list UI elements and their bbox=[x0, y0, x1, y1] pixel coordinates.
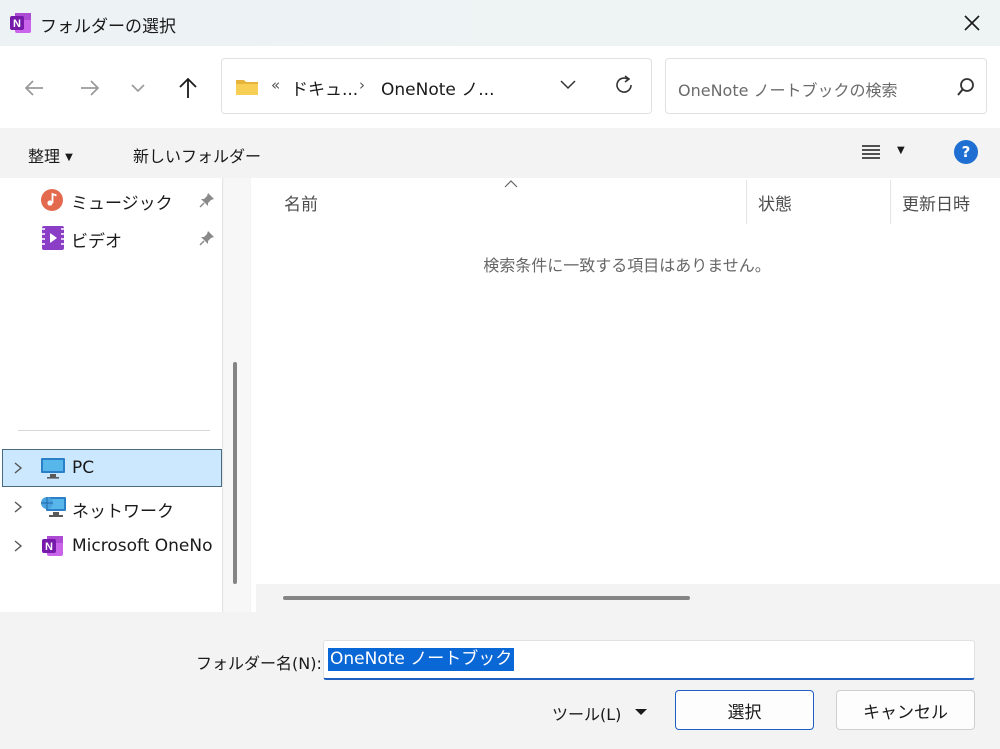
tools-button[interactable]: ツール(L) bbox=[552, 701, 621, 725]
breadcrumb-separator[interactable]: › bbox=[359, 76, 365, 94]
cancel-button[interactable]: キャンセル bbox=[836, 690, 975, 730]
onenote-icon: N bbox=[10, 13, 31, 33]
arrow-right-icon bbox=[81, 80, 100, 96]
empty-message: 検索条件に一致する項目はありません。 bbox=[483, 256, 771, 275]
breadcrumb-documents[interactable]: ドキュ... bbox=[291, 75, 358, 100]
organize-button[interactable]: 整理 ▼ bbox=[28, 143, 73, 167]
search-placeholder[interactable]: OneNote ノートブックの検索 bbox=[678, 77, 898, 101]
refresh-icon[interactable] bbox=[612, 73, 636, 97]
music-icon bbox=[41, 189, 63, 211]
nav-label-network: ネットワーク bbox=[72, 502, 174, 522]
folder-name-label: フォルダー名(N): bbox=[196, 654, 322, 673]
new-folder-button[interactable]: 新しいフォルダー bbox=[133, 143, 261, 167]
close-button[interactable] bbox=[944, 0, 1000, 46]
nav-label-pc: PC bbox=[72, 458, 95, 478]
horizontal-scroll-thumb[interactable] bbox=[283, 596, 690, 600]
recent-locations-button[interactable] bbox=[120, 72, 156, 104]
column-header-status[interactable]: 状態 bbox=[758, 190, 792, 215]
svg-text:N: N bbox=[45, 541, 53, 553]
folder-icon bbox=[236, 80, 258, 95]
arrow-up-icon bbox=[179, 77, 197, 98]
pc-icon bbox=[41, 458, 65, 479]
address-bar[interactable]: « ドキュ... › OneNote ノ... bbox=[221, 58, 652, 114]
nav-item-pc[interactable]: PC bbox=[0, 449, 223, 487]
network-icon bbox=[41, 497, 66, 517]
navigation-row: « ドキュ... › OneNote ノ... OneNote ノートブックの検… bbox=[0, 46, 1000, 128]
video-icon bbox=[42, 226, 64, 250]
window-title: フォルダーの選択 bbox=[40, 17, 176, 37]
column-separator[interactable] bbox=[746, 180, 747, 224]
back-button[interactable] bbox=[16, 72, 52, 104]
folder-name-input[interactable]: OneNote ノートブック bbox=[323, 640, 975, 680]
chevron-right-icon[interactable] bbox=[13, 500, 23, 514]
help-button[interactable]: ? bbox=[954, 140, 978, 164]
caret-down-icon: ▼ bbox=[65, 152, 73, 163]
pin-icon[interactable] bbox=[199, 192, 215, 208]
nav-item-video[interactable]: ビデオ bbox=[0, 218, 223, 256]
arrow-left-icon bbox=[24, 80, 43, 96]
svg-text:N: N bbox=[13, 18, 21, 30]
sort-up-icon bbox=[504, 180, 518, 188]
overflow-crumb[interactable]: « bbox=[271, 76, 280, 94]
command-bar: 整理 ▼ 新しいフォルダー ▼ ? bbox=[0, 128, 1000, 178]
nav-divider bbox=[18, 430, 210, 431]
file-list: 名前 状態 更新日時 検索条件に一致する項目はありません。 bbox=[251, 178, 1000, 612]
nav-label-video: ビデオ bbox=[71, 232, 122, 252]
nav-label-music: ミュージック bbox=[71, 194, 173, 214]
organize-label: 整理 bbox=[28, 147, 61, 166]
chevron-right-icon[interactable] bbox=[13, 461, 23, 475]
navigation-pane: ミュージック ビデオ PC ネットワーク N Microsoft OneNo bbox=[0, 178, 223, 612]
nav-item-onenote[interactable]: N Microsoft OneNo bbox=[0, 527, 223, 565]
search-box[interactable]: OneNote ノートブックの検索 bbox=[665, 58, 987, 114]
forward-button[interactable] bbox=[72, 72, 108, 104]
caret-down-icon[interactable] bbox=[634, 708, 648, 716]
column-separator[interactable] bbox=[890, 180, 891, 224]
title-bar: N フォルダーの選択 bbox=[0, 0, 1000, 46]
breadcrumb-onenote[interactable]: OneNote ノ... bbox=[381, 75, 494, 100]
nav-item-network[interactable]: ネットワーク bbox=[0, 488, 223, 526]
up-button[interactable] bbox=[170, 72, 206, 104]
chevron-down-icon[interactable] bbox=[559, 79, 577, 91]
nav-label-onenote: Microsoft OneNo bbox=[72, 536, 213, 556]
column-header-modified[interactable]: 更新日時 bbox=[902, 190, 970, 215]
chevron-right-icon[interactable] bbox=[13, 539, 23, 553]
caret-down-icon[interactable]: ▼ bbox=[897, 145, 905, 156]
nav-pane-scrollbar[interactable] bbox=[224, 178, 250, 612]
nav-item-music[interactable]: ミュージック bbox=[0, 180, 223, 218]
dialog-footer: フォルダー名(N): OneNote ノートブック ツール(L) 選択 キャンセ… bbox=[0, 612, 1000, 749]
column-header-name[interactable]: 名前 bbox=[284, 190, 318, 215]
view-list-icon[interactable] bbox=[861, 143, 881, 161]
close-icon bbox=[964, 15, 980, 31]
chevron-down-icon bbox=[131, 84, 145, 93]
search-icon[interactable] bbox=[956, 77, 976, 97]
folder-name-value[interactable]: OneNote ノートブック bbox=[328, 648, 515, 671]
select-button[interactable]: 選択 bbox=[675, 690, 814, 730]
pin-icon[interactable] bbox=[199, 230, 215, 246]
help-icon: ? bbox=[961, 143, 971, 161]
nav-pane-scroll-thumb[interactable] bbox=[233, 362, 237, 584]
onenote-icon: N bbox=[42, 536, 63, 556]
